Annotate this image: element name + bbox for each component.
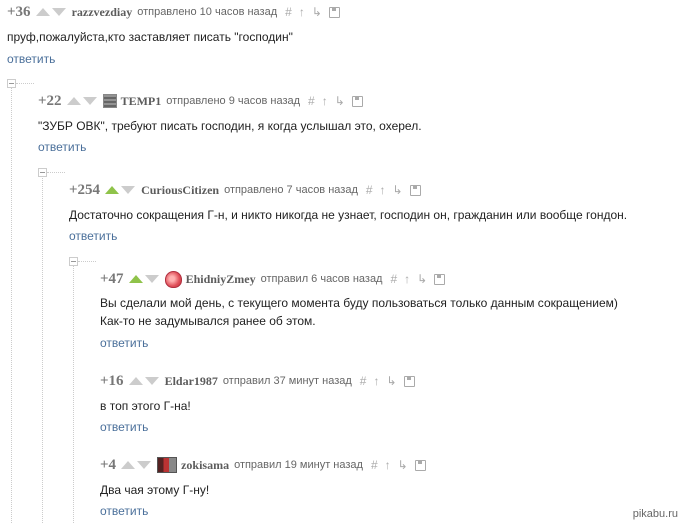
save-icon[interactable] bbox=[409, 184, 421, 196]
collapse-toggle[interactable] bbox=[38, 168, 47, 177]
thread-line bbox=[11, 87, 12, 523]
comment-rating: +16 bbox=[100, 372, 124, 389]
branch-icon[interactable]: ↳ bbox=[312, 5, 322, 19]
comment-header: +47 EhidniyZmey отправил 6 часов назад #… bbox=[100, 270, 446, 288]
comment-text: "ЗУБР ОВК", требуют писать господин, я к… bbox=[38, 119, 422, 133]
branch-icon[interactable]: ↳ bbox=[386, 374, 396, 388]
branch-icon[interactable]: ↳ bbox=[335, 94, 345, 108]
vote-controls bbox=[35, 8, 66, 16]
avatar[interactable] bbox=[164, 270, 182, 288]
comment-header: +254 CuriousCitizen отправлено 7 часов н… bbox=[69, 181, 421, 199]
comment-actions: # ↑ ↳ bbox=[371, 458, 426, 472]
comment-header: +16 Eldar1987 отправил 37 минут назад # … bbox=[100, 372, 415, 390]
comment-rating: +22 bbox=[38, 92, 62, 109]
comment-rating: +4 bbox=[100, 456, 117, 473]
watermark: pikabu.ru bbox=[632, 508, 678, 520]
comment-text: пруф,пожалуйста,кто заставляет писать "г… bbox=[7, 30, 293, 44]
collapse-toggle[interactable] bbox=[7, 79, 16, 88]
reply-link[interactable]: ответить bbox=[100, 420, 148, 434]
save-icon[interactable] bbox=[328, 6, 340, 18]
save-icon[interactable] bbox=[434, 273, 446, 285]
avatar[interactable] bbox=[102, 94, 117, 108]
branch-icon[interactable]: ↳ bbox=[393, 183, 403, 197]
avatar[interactable] bbox=[157, 457, 178, 473]
username-link[interactable]: TEMP1 bbox=[121, 94, 162, 109]
comment-text: Два чая этому Г-ну! bbox=[100, 483, 210, 497]
comment-header: +36 razzvezdiay отправлено 10 часов наза… bbox=[7, 3, 340, 21]
vote-controls bbox=[105, 186, 136, 194]
comment-time: отправлено 9 часов назад bbox=[166, 95, 301, 107]
comment-actions: # ↑ ↳ bbox=[308, 94, 363, 108]
thread-line bbox=[42, 176, 43, 523]
comment-text: Достаточно сокращения Г-н, и никто никог… bbox=[69, 208, 628, 222]
reply-link[interactable]: ответить bbox=[38, 140, 86, 154]
save-icon[interactable] bbox=[351, 95, 363, 107]
vote-down-icon[interactable] bbox=[121, 186, 136, 194]
comment-text: Как-то не задумывался ранее об этом. bbox=[100, 314, 316, 328]
comment-actions: # ↑ ↳ bbox=[366, 183, 421, 197]
comment-rating: +36 bbox=[7, 3, 31, 20]
vote-up-icon[interactable] bbox=[121, 461, 136, 469]
vote-controls bbox=[128, 275, 159, 283]
comment-header: +4 zokisama отправил 19 минут назад # ↑ … bbox=[100, 456, 426, 474]
vote-up-icon[interactable] bbox=[105, 186, 120, 194]
username-link[interactable]: zokisama bbox=[181, 458, 229, 473]
arrow-up-icon[interactable]: ↑ bbox=[385, 458, 391, 472]
comment-time: отправил 37 минут назад bbox=[222, 375, 352, 387]
save-icon[interactable] bbox=[403, 375, 415, 387]
thread-line bbox=[73, 265, 74, 523]
save-icon[interactable] bbox=[414, 459, 426, 471]
reply-link[interactable]: ответить bbox=[100, 336, 148, 350]
hash-icon[interactable]: # bbox=[360, 374, 367, 388]
hash-icon[interactable]: # bbox=[366, 183, 373, 197]
comment-rating: +254 bbox=[69, 181, 101, 198]
hash-icon[interactable]: # bbox=[285, 5, 292, 19]
thread-line bbox=[78, 261, 96, 262]
arrow-up-icon[interactable]: ↑ bbox=[404, 272, 410, 286]
comment-rating: +47 bbox=[100, 270, 124, 287]
vote-down-icon[interactable] bbox=[144, 377, 159, 385]
vote-down-icon[interactable] bbox=[51, 8, 66, 16]
comment-time: отправил 6 часов назад bbox=[260, 273, 383, 285]
vote-controls bbox=[128, 377, 159, 385]
vote-down-icon[interactable] bbox=[82, 97, 97, 105]
comment-text: в топ этого Г-на! bbox=[100, 399, 191, 413]
reply-link[interactable]: ответить bbox=[69, 229, 117, 243]
hash-icon[interactable]: # bbox=[390, 272, 397, 286]
comment-header: +22 TEMP1 отправлено 9 часов назад # ↑ ↳ bbox=[38, 92, 363, 110]
vote-up-icon[interactable] bbox=[66, 97, 81, 105]
collapse-toggle[interactable] bbox=[69, 257, 78, 266]
comment-time: отправлено 7 часов назад bbox=[224, 184, 358, 196]
vote-up-icon[interactable] bbox=[128, 275, 143, 283]
username-link[interactable]: CuriousCitizen bbox=[141, 183, 219, 198]
branch-icon[interactable]: ↳ bbox=[398, 458, 408, 472]
username-link[interactable]: razzvezdiay bbox=[72, 5, 133, 20]
branch-icon[interactable]: ↳ bbox=[417, 272, 427, 286]
hash-icon[interactable]: # bbox=[371, 458, 378, 472]
arrow-up-icon[interactable]: ↑ bbox=[299, 5, 305, 19]
comment-time: отправил 19 минут назад bbox=[234, 459, 363, 471]
reply-link[interactable]: ответить bbox=[7, 52, 55, 66]
arrow-up-icon[interactable]: ↑ bbox=[322, 94, 328, 108]
vote-down-icon[interactable] bbox=[144, 275, 159, 283]
vote-controls bbox=[66, 97, 97, 105]
arrow-up-icon[interactable]: ↑ bbox=[373, 374, 379, 388]
thread-line bbox=[47, 172, 65, 173]
username-link[interactable]: EhidniyZmey bbox=[186, 272, 256, 287]
vote-up-icon[interactable] bbox=[35, 8, 50, 16]
arrow-up-icon[interactable]: ↑ bbox=[380, 183, 386, 197]
vote-down-icon[interactable] bbox=[137, 461, 152, 469]
thread-line bbox=[16, 83, 34, 84]
comment-actions: # ↑ ↳ bbox=[390, 272, 446, 286]
vote-up-icon[interactable] bbox=[128, 377, 143, 385]
hash-icon[interactable]: # bbox=[308, 94, 315, 108]
vote-controls bbox=[121, 461, 152, 469]
comment-time: отправлено 10 часов назад bbox=[137, 6, 278, 18]
comment-text: Вы сделали мой день, с текущего момента … bbox=[100, 296, 618, 310]
comment-actions: # ↑ ↳ bbox=[285, 5, 340, 19]
reply-link[interactable]: ответить bbox=[100, 504, 148, 518]
username-link[interactable]: Eldar1987 bbox=[165, 374, 218, 389]
comment-actions: # ↑ ↳ bbox=[360, 374, 415, 388]
